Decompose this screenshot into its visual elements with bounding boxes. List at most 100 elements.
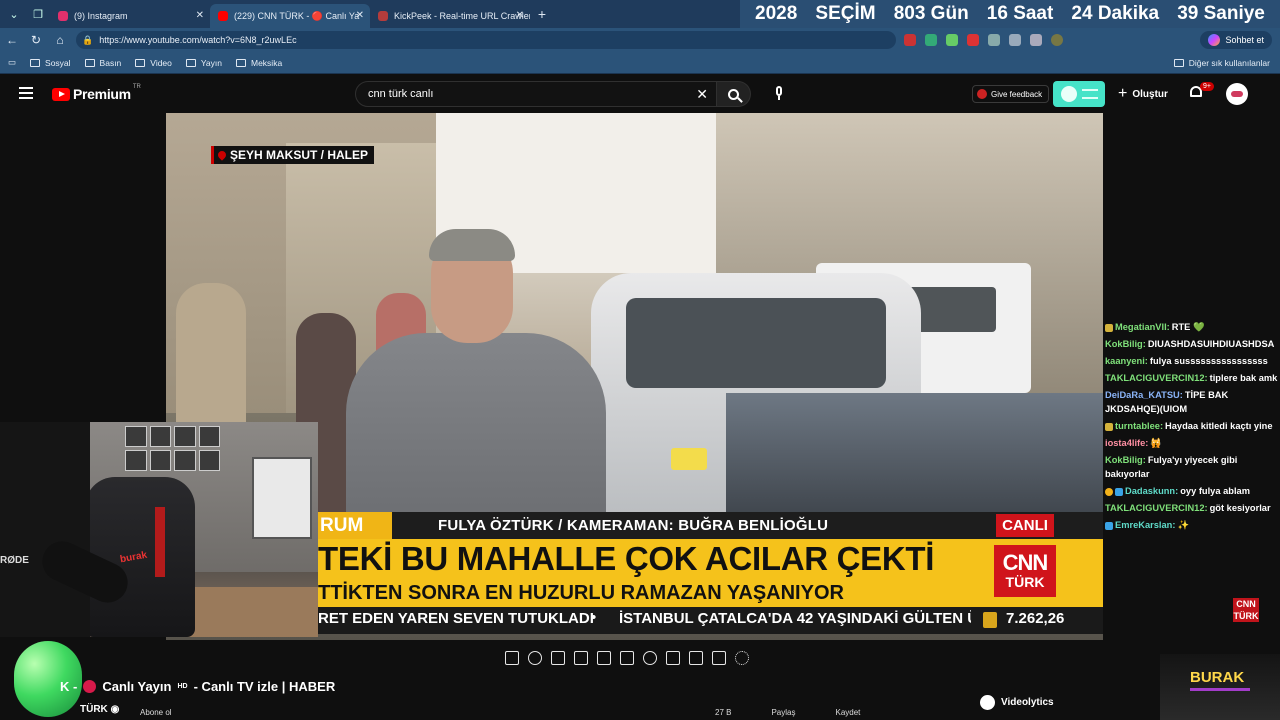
mic-brand: RØDE bbox=[0, 555, 29, 566]
chat-message: turntablee: Haydaa kitledi kaçtı yine bbox=[1103, 419, 1280, 433]
badge-icon bbox=[1105, 422, 1113, 431]
stock-index-value: 7.262,26 bbox=[1006, 610, 1065, 627]
folder-icon bbox=[1173, 58, 1184, 67]
location-text: ŞEYH MAKSUT / HALEP bbox=[230, 148, 369, 162]
subscribe-button[interactable]: Abone ol bbox=[140, 708, 172, 717]
close-tab-icon[interactable]: ✕ bbox=[516, 10, 524, 21]
url-text: https://www.youtube.com/watch?v=6N8_r2uw… bbox=[99, 35, 297, 45]
extension-icon[interactable] bbox=[946, 34, 958, 46]
bookmark-folder[interactable]: Meksika bbox=[236, 58, 282, 68]
chat-text: fulya sussssssssssssssss bbox=[1149, 356, 1268, 366]
chat-username: DeiDaRa_KATSU: bbox=[1105, 390, 1183, 400]
gear-icon[interactable] bbox=[735, 651, 749, 665]
chat-text: ✨ bbox=[1177, 520, 1190, 530]
bookmark-folder[interactable]: Basın bbox=[84, 58, 121, 68]
add-overlay-icon[interactable] bbox=[666, 651, 680, 665]
extension-icon[interactable] bbox=[967, 34, 979, 46]
voice-search-icon[interactable] bbox=[772, 86, 786, 102]
chat-message: kaanyeni: fulya sussssssssssssssss bbox=[1103, 354, 1280, 368]
subtitles-icon[interactable] bbox=[620, 651, 634, 665]
extension-icon[interactable] bbox=[1009, 34, 1021, 46]
folder-icon bbox=[236, 58, 246, 67]
profile-avatar-icon[interactable] bbox=[1051, 34, 1063, 46]
reporter-credit: FULYA ÖZTÜRK / KAMERAMAN: BUĞRA BENLİOĞL… bbox=[438, 517, 829, 534]
search-button[interactable] bbox=[717, 81, 751, 107]
video-title: K - Canlı Yayın HD - Canlı TV izle | HABE… bbox=[60, 679, 335, 694]
search-value: cnn türk canlı bbox=[368, 88, 434, 100]
lab-flask-icon[interactable] bbox=[712, 651, 726, 665]
extension-toggle[interactable] bbox=[1053, 81, 1105, 107]
like-button[interactable]: 27 B bbox=[715, 708, 731, 717]
speed-icon[interactable] bbox=[643, 651, 657, 665]
chat-message: DeiDaRa_KATSU: TİPE BAK JKDSAHQE)(UIOM bbox=[1103, 388, 1280, 416]
chat-username: iosta4life: bbox=[1105, 438, 1149, 448]
copilot-button[interactable]: Sohbet et bbox=[1200, 31, 1272, 49]
extension-icon[interactable] bbox=[988, 34, 1000, 46]
picture-in-picture-icon[interactable] bbox=[597, 651, 611, 665]
avatar[interactable] bbox=[1226, 83, 1248, 105]
new-tab-button[interactable]: + bbox=[530, 6, 554, 22]
search-icon bbox=[728, 88, 739, 100]
bookmark-folder[interactable]: Yayın bbox=[185, 58, 222, 68]
clear-search-icon[interactable]: ✕ bbox=[696, 86, 708, 103]
logo-text: Premium bbox=[73, 86, 131, 102]
countdown-label: SEÇİM bbox=[815, 3, 876, 24]
clapperboard-icon[interactable] bbox=[574, 651, 588, 665]
cnn-turk-mini-logo: CNN TÜRK bbox=[1233, 598, 1259, 622]
search-input[interactable]: cnn türk canlı ✕ bbox=[355, 81, 717, 107]
bookmark-folder[interactable]: Video bbox=[135, 58, 172, 68]
screenshot-icon[interactable] bbox=[689, 651, 703, 665]
tab-kickpeek[interactable]: KickPeek - Real-time URL Crawler ✕ bbox=[370, 4, 530, 28]
extension-icon[interactable] bbox=[925, 34, 937, 46]
chat-text: tiplere bak amk bbox=[1209, 373, 1278, 383]
extension-icon[interactable] bbox=[1030, 34, 1042, 46]
create-label: Oluştur bbox=[1132, 88, 1168, 100]
tab-youtube[interactable]: (229) CNN TÜRK - 🔴 Canlı Ya ✕ bbox=[210, 4, 370, 28]
other-bookmarks[interactable]: Diğer sık kullanılanlar bbox=[1173, 58, 1270, 68]
chat-username: turntablee: bbox=[1115, 421, 1164, 431]
overlay-name: BURAK bbox=[1190, 669, 1245, 686]
badge-icon bbox=[1105, 323, 1113, 332]
lower-third-tag: RUM bbox=[318, 512, 392, 539]
menu-icon[interactable] bbox=[19, 87, 33, 99]
subheadline-text: TTİKTEN SONRA EN HUZURLU RAMAZAN YAŞANIY… bbox=[318, 582, 844, 604]
videolytics-widget[interactable]: Videolytics bbox=[980, 688, 1120, 716]
election-countdown: 2028 SEÇİM 803 Gün 16 Saat 24 Dakika 39 … bbox=[740, 0, 1280, 28]
save-button[interactable]: Kaydet bbox=[835, 708, 860, 717]
back-icon[interactable]: ← bbox=[0, 33, 24, 47]
folder-icon bbox=[185, 58, 196, 67]
close-tab-icon[interactable]: ✕ bbox=[196, 10, 204, 21]
kickpeek-icon bbox=[378, 11, 388, 21]
workspaces-icon[interactable]: ❐ bbox=[26, 4, 50, 24]
share-button[interactable]: Paylaş bbox=[771, 708, 795, 717]
broadcast-icon[interactable] bbox=[528, 651, 542, 665]
logo-line: TÜRK bbox=[1233, 611, 1259, 621]
bookmark-label: Meksika bbox=[251, 57, 283, 68]
site-info-icon[interactable]: 🔒 bbox=[82, 35, 93, 46]
copilot-label: Sohbet et bbox=[1225, 35, 1264, 45]
url-field[interactable]: 🔒 https://www.youtube.com/watch?v=6N8_r2… bbox=[76, 31, 896, 49]
chat-text: RTE bbox=[1171, 322, 1191, 332]
chair-brand: burak bbox=[119, 549, 148, 566]
loop-icon[interactable] bbox=[505, 651, 519, 665]
chat-message: Dadaskunn: oyy fulya ablam bbox=[1103, 484, 1280, 498]
channel-name[interactable]: TÜRK ◉ bbox=[80, 704, 119, 715]
tab-instagram[interactable]: (9) Instagram ✕ bbox=[50, 4, 210, 28]
notifications-bell-icon[interactable]: 9+ bbox=[1190, 82, 1214, 100]
refresh-icon[interactable]: ↻ bbox=[24, 33, 48, 47]
man-foreground bbox=[346, 229, 606, 533]
ticker-separator: • bbox=[591, 609, 597, 626]
screen-record-icon[interactable] bbox=[551, 651, 565, 665]
folder-icon bbox=[84, 58, 95, 67]
give-feedback-button[interactable]: Give feedback bbox=[972, 85, 1050, 103]
youtube-logo[interactable]: Premium TR bbox=[52, 84, 141, 102]
create-button[interactable]: + Oluştur bbox=[1118, 85, 1168, 103]
copilot-icon bbox=[1208, 34, 1221, 46]
bookmarks-toggle[interactable]: ▭ bbox=[8, 57, 16, 68]
home-icon[interactable]: ⌂ bbox=[48, 33, 72, 47]
close-tab-icon[interactable]: ✕ bbox=[356, 10, 364, 21]
videolytics-icon bbox=[980, 694, 995, 710]
bookmark-folder[interactable]: Sosyal bbox=[30, 58, 71, 68]
tab-actions-menu-icon[interactable]: ⌄ bbox=[2, 4, 26, 24]
extension-icon[interactable] bbox=[904, 34, 916, 46]
